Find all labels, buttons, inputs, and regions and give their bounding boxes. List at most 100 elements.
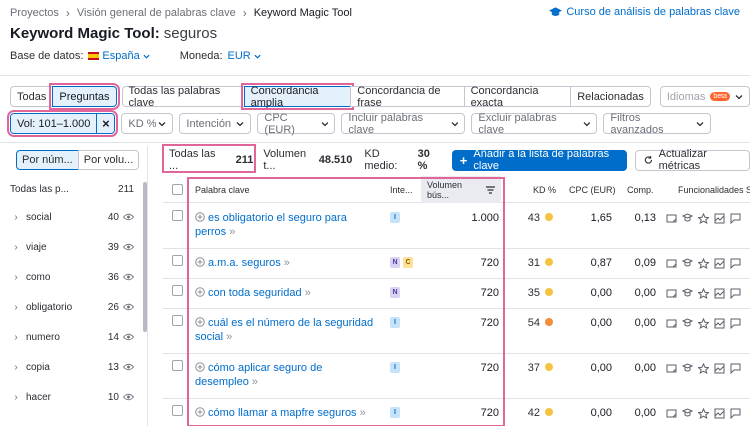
course-link[interactable]: Curso de análisis de palabras clave bbox=[549, 6, 740, 18]
keyword-link[interactable]: cómo llamar a mapfre seguros bbox=[208, 407, 357, 419]
row-checkbox[interactable] bbox=[172, 405, 183, 419]
chevron-right-icon[interactable]: › bbox=[10, 362, 22, 373]
volume-filter-chip[interactable]: Vol: 101–1.000 × bbox=[6, 110, 119, 137]
intent-cell: I bbox=[390, 317, 403, 328]
chevron-right-icon[interactable]: › bbox=[10, 212, 22, 223]
chevron-right-icon[interactable]: › bbox=[10, 272, 22, 283]
eye-icon[interactable] bbox=[123, 333, 134, 341]
sidebar-scrollbar[interactable] bbox=[143, 182, 147, 332]
breadcrumb-projects[interactable]: Proyectos bbox=[10, 7, 59, 19]
tab-exact-match[interactable]: Concordancia exacta bbox=[463, 85, 572, 109]
sidebar-group-copia[interactable]: › copia 13 bbox=[10, 360, 134, 374]
sidebar-group-viaje[interactable]: › viaje 39 bbox=[10, 240, 134, 254]
table-row[interactable]: cómo llamar a mapfre seguros» I 720 42 0,00 0… bbox=[163, 399, 750, 426]
eye-icon[interactable] bbox=[123, 303, 134, 311]
sidebar-group-hacer[interactable]: › hacer 10 bbox=[10, 390, 134, 404]
keyword-link[interactable]: es obligatorio el seguro para perros bbox=[195, 212, 347, 238]
column-serp-features[interactable]: Funcionalidades SE bbox=[678, 176, 750, 203]
sidebar-group-obligatorio[interactable]: › obligatorio 26 bbox=[10, 300, 134, 314]
table-row[interactable]: es obligatorio el seguro para perros» I 1.… bbox=[163, 204, 750, 249]
tab-phrase-match[interactable]: Concordancia de frase bbox=[350, 85, 465, 109]
table-row[interactable]: con toda seguridad» N 720 35 0,00 0,00 bbox=[163, 279, 750, 309]
eye-icon[interactable] bbox=[123, 273, 134, 281]
column-cpc[interactable]: CPC (EUR) bbox=[569, 176, 616, 203]
chevron-right-icon[interactable]: › bbox=[10, 242, 22, 253]
sort-by-volume-button[interactable]: Por volu... bbox=[77, 150, 140, 170]
eye-icon[interactable] bbox=[123, 243, 134, 251]
tab-todas[interactable]: Todas bbox=[10, 86, 54, 107]
add-circle-icon[interactable] bbox=[195, 407, 205, 417]
table-row[interactable]: cómo aplicar seguro de desempleo» I 720 37 0… bbox=[163, 354, 750, 399]
chevron-down-icon bbox=[321, 121, 328, 126]
add-circle-icon[interactable] bbox=[195, 362, 205, 372]
row-checkbox[interactable] bbox=[172, 315, 183, 329]
add-circle-icon[interactable] bbox=[195, 257, 205, 267]
column-intent[interactable]: Inte... bbox=[390, 176, 413, 203]
chevron-right-icon[interactable]: › bbox=[10, 302, 22, 313]
cpc-filter-dropdown[interactable]: CPC (EUR) bbox=[257, 112, 336, 136]
chevron-down-icon bbox=[451, 121, 458, 126]
all-groups-row[interactable]: Todas las p... 211 bbox=[10, 182, 134, 196]
add-circle-icon[interactable] bbox=[195, 287, 205, 297]
group-name: copia bbox=[26, 361, 50, 373]
keyword-link[interactable]: cómo aplicar seguro de desempleo bbox=[195, 362, 322, 388]
sidebar-group-numero[interactable]: › numero 14 bbox=[10, 330, 134, 344]
intent-cell: N bbox=[390, 287, 403, 298]
keyword-link[interactable]: a.m.a. seguros bbox=[208, 257, 281, 269]
row-checkbox[interactable] bbox=[172, 255, 183, 269]
table-row[interactable]: cuál es el número de la seguridad social… bbox=[163, 309, 750, 354]
languages-dropdown[interactable]: Idiomas beta bbox=[659, 86, 750, 107]
close-icon[interactable]: × bbox=[96, 114, 115, 133]
row-checkbox[interactable] bbox=[172, 360, 183, 374]
kd-filter-label: KD % bbox=[128, 117, 157, 130]
double-chevron-icon[interactable]: » bbox=[360, 407, 366, 419]
advanced-filters-dropdown[interactable]: Filtros avanzados bbox=[603, 112, 712, 136]
select-all-checkbox[interactable] bbox=[172, 176, 183, 203]
double-chevron-icon[interactable]: » bbox=[305, 287, 311, 299]
add-to-keyword-list-button[interactable]: + Añadir a la lista de palabras clave bbox=[451, 148, 627, 172]
table-row[interactable]: a.m.a. seguros» N C 720 31 0,87 0,09 bbox=[163, 249, 750, 279]
group-name: social bbox=[26, 211, 52, 223]
tab-related[interactable]: Relacionadas bbox=[570, 86, 651, 107]
eye-icon[interactable] bbox=[123, 393, 134, 401]
tab-broad-match[interactable]: Concordancia amplia bbox=[240, 83, 355, 110]
double-chevron-icon[interactable]: » bbox=[252, 376, 258, 388]
sidebar-group-como[interactable]: › como 36 bbox=[10, 270, 134, 284]
breadcrumb-overview[interactable]: Visión general de palabras clave bbox=[77, 7, 236, 19]
exclude-keywords-dropdown[interactable]: Excluir palabras clave bbox=[471, 112, 598, 136]
double-chevron-icon[interactable]: » bbox=[226, 331, 232, 343]
sidebar-group-social[interactable]: › social 40 bbox=[10, 210, 134, 224]
sort-by-number-button[interactable]: Por núm... bbox=[16, 150, 79, 170]
serp-feature-icon bbox=[714, 408, 725, 419]
chevron-right-icon[interactable]: › bbox=[10, 392, 22, 403]
column-volume[interactable]: Volumen bús... bbox=[421, 176, 501, 203]
tab-all-keywords[interactable]: Todas las palabras clave bbox=[121, 85, 245, 109]
row-checkbox[interactable] bbox=[172, 210, 183, 224]
average-kd-value: 30 % bbox=[417, 148, 430, 172]
row-checkbox[interactable] bbox=[172, 285, 183, 299]
kd-filter-dropdown[interactable]: KD % bbox=[121, 113, 174, 134]
double-chevron-icon[interactable]: » bbox=[284, 257, 290, 269]
intent-filter-dropdown[interactable]: Intención bbox=[179, 113, 252, 134]
include-keywords-dropdown[interactable]: Incluir palabras clave bbox=[341, 112, 466, 136]
column-keyword[interactable]: Palabra clave bbox=[195, 176, 250, 203]
double-chevron-icon[interactable]: » bbox=[229, 226, 235, 238]
keyword-link[interactable]: con toda seguridad bbox=[208, 287, 302, 299]
all-groups-label: Todas las p... bbox=[10, 183, 69, 195]
tab-preguntas[interactable]: Preguntas bbox=[49, 83, 120, 110]
volume-cell: 720 bbox=[480, 362, 499, 374]
add-circle-icon[interactable] bbox=[195, 317, 205, 327]
eye-icon[interactable] bbox=[123, 213, 134, 221]
currency-select[interactable]: EUR bbox=[228, 50, 261, 62]
group-name: hacer bbox=[26, 391, 52, 403]
column-kd[interactable]: KD % bbox=[533, 176, 556, 203]
eye-icon[interactable] bbox=[123, 363, 134, 371]
add-circle-icon[interactable] bbox=[195, 212, 205, 222]
update-metrics-button[interactable]: Actualizar métricas bbox=[634, 148, 750, 172]
column-competition[interactable]: Comp. bbox=[627, 176, 654, 203]
competition-cell: 0,00 bbox=[634, 407, 656, 419]
keyword-link[interactable]: cuál es el número de la seguridad social bbox=[195, 317, 373, 343]
database-select[interactable]: España bbox=[88, 50, 150, 62]
serp-feature-icon bbox=[698, 363, 709, 374]
chevron-right-icon[interactable]: › bbox=[10, 332, 22, 343]
